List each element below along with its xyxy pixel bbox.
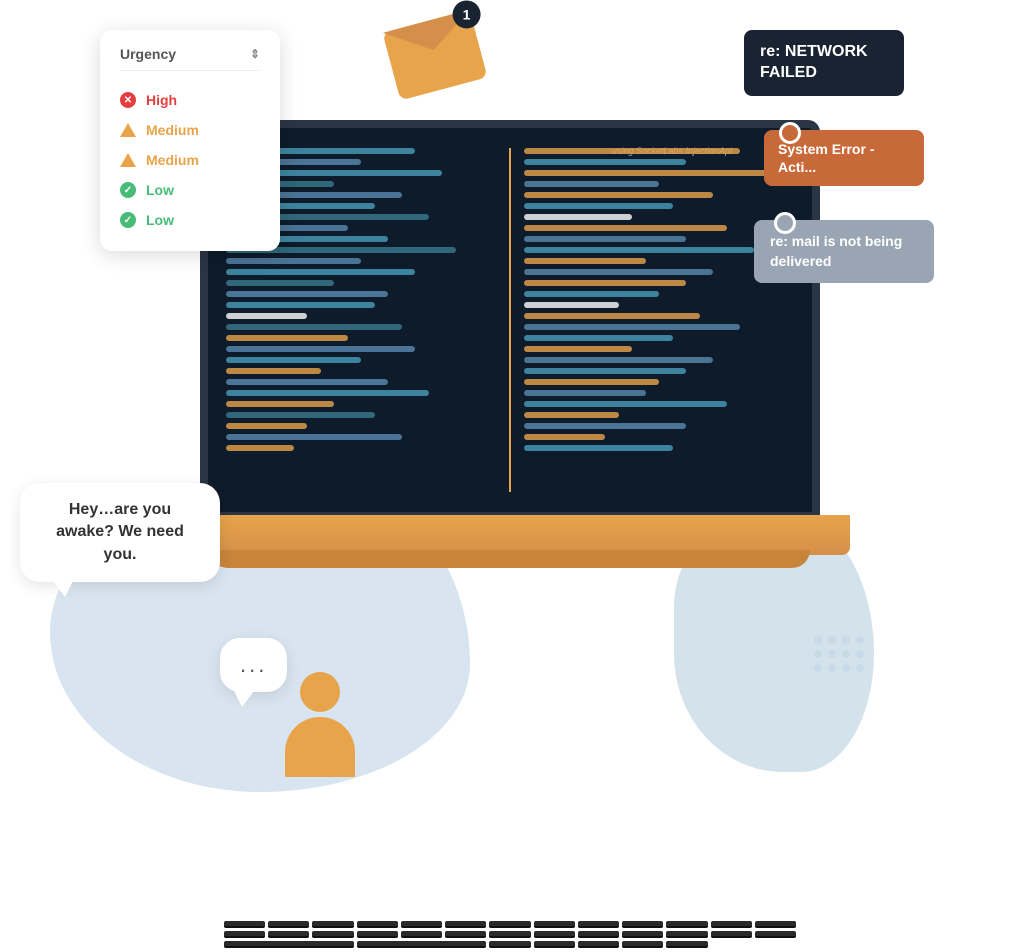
- code-col-right: [516, 148, 802, 492]
- notification-badge: 1: [453, 0, 481, 28]
- chat-person: [280, 672, 360, 772]
- urgency-item-low-2: ✓ Low: [120, 205, 260, 235]
- main-scene: Urgency ⇕ ✕ High Medium Medium ✓ Low ✓ L…: [0, 0, 1024, 872]
- urgency-medium-label-1: Medium: [146, 122, 199, 138]
- urgency-item-high: ✕ High: [120, 85, 260, 115]
- urgency-title: Urgency: [120, 46, 176, 62]
- laptop-screen: using SocketLabs.InjectionApi: [200, 120, 820, 520]
- medium-icon-1: [120, 123, 136, 137]
- laptop-base: [170, 515, 850, 555]
- tag-network-failed: re: NETWORK FAILED: [744, 30, 904, 96]
- low-icon-1: ✓: [120, 182, 136, 198]
- urgency-widget: Urgency ⇕ ✕ High Medium Medium ✓ Low ✓ L…: [100, 30, 280, 251]
- code-divider: [509, 148, 511, 492]
- low-icon-2: ✓: [120, 212, 136, 228]
- screen-content: using SocketLabs.InjectionApi: [208, 128, 812, 512]
- urgency-item-medium-2: Medium: [120, 145, 260, 175]
- urgency-item-medium-1: Medium: [120, 115, 260, 145]
- tag-system-error: System Error - Acti...: [764, 130, 924, 186]
- tag-mail-not-delivered: re: mail is not being delivered: [754, 220, 934, 283]
- person-body: [285, 717, 355, 777]
- person-head: [300, 672, 340, 712]
- laptop-keyboard: [220, 917, 800, 952]
- urgency-item-low-1: ✓ Low: [120, 175, 260, 205]
- medium-icon-2: [120, 153, 136, 167]
- urgency-low-label-1: Low: [146, 182, 174, 198]
- email-envelope: 1: [390, 20, 480, 90]
- laptop-base-bottom: [210, 550, 810, 568]
- urgency-medium-label-2: Medium: [146, 152, 199, 168]
- typing-dots: ...: [240, 652, 267, 677]
- sort-icon[interactable]: ⇕: [250, 47, 260, 61]
- urgency-header: Urgency ⇕: [120, 46, 260, 71]
- speech-bubble-dots: ...: [220, 638, 287, 692]
- high-icon: ✕: [120, 92, 136, 108]
- speech-bubble-main: Hey…are you awake? We need you.: [20, 483, 220, 582]
- urgency-low-label-2: Low: [146, 212, 174, 228]
- urgency-high-label: High: [146, 92, 177, 108]
- envelope-body: 1: [382, 10, 487, 101]
- code-area: [208, 128, 812, 512]
